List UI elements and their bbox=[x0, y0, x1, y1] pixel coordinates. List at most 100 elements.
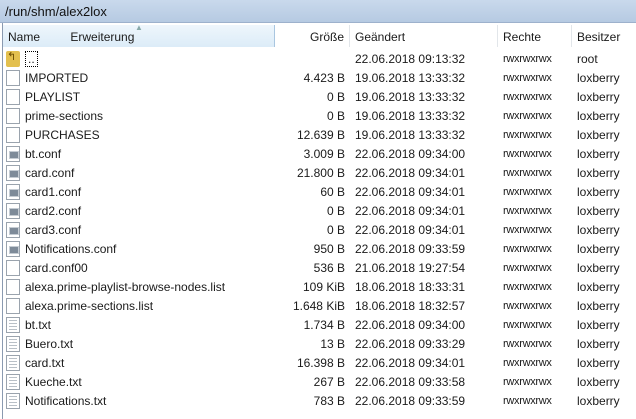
text-file-icon bbox=[6, 392, 20, 409]
file-row[interactable]: bt.txt 1.734 B 22.06.2018 09:34:00 rwxrw… bbox=[3, 315, 636, 334]
file-icon bbox=[6, 259, 20, 276]
file-row[interactable]: IMPORTED 4.423 B 19.06.2018 13:33:32 rwx… bbox=[3, 68, 636, 87]
file-name-cell: prime-sections bbox=[3, 107, 275, 124]
file-modified: 19.06.2018 13:33:32 bbox=[355, 70, 466, 85]
file-permissions: rwxrwxrwx bbox=[503, 223, 552, 236]
file-size: 1.734 B bbox=[303, 317, 345, 332]
file-size: 4.423 B bbox=[303, 70, 345, 85]
file-owner: loxberry bbox=[577, 317, 620, 332]
file-name: .. bbox=[25, 50, 38, 67]
file-name: PURCHASES bbox=[25, 127, 100, 142]
file-rows: .. 22.06.2018 09:13:32 rwxrwxrwx rootIMP… bbox=[3, 49, 636, 410]
file-owner: loxberry bbox=[577, 336, 620, 351]
file-name-cell: card.conf00 bbox=[3, 259, 275, 276]
file-modified: 19.06.2018 13:33:32 bbox=[355, 108, 466, 123]
file-name: card1.conf bbox=[25, 184, 82, 199]
file-row[interactable]: card.conf00 536 B 21.06.2018 19:27:54 rw… bbox=[3, 258, 636, 277]
file-row[interactable]: alexa.prime-sections.list 1.648 KiB 18.0… bbox=[3, 296, 636, 315]
column-permissions[interactable]: Rechte bbox=[498, 25, 572, 47]
file-permissions: rwxrwxrwx bbox=[503, 204, 552, 217]
file-name-cell: Notifications.conf bbox=[3, 240, 275, 257]
file-owner: loxberry bbox=[577, 184, 620, 199]
file-name: bt.txt bbox=[25, 317, 52, 332]
file-name-cell: PURCHASES bbox=[3, 126, 275, 143]
file-name-cell: card3.conf bbox=[3, 221, 275, 238]
file-row[interactable]: Notifications.txt 783 B 22.06.2018 09:33… bbox=[3, 391, 636, 410]
file-name: alexa.prime-playlist-browse-nodes.list bbox=[25, 279, 226, 294]
file-permissions: rwxrwxrwx bbox=[503, 128, 552, 141]
file-permissions: rwxrwxrwx bbox=[503, 242, 552, 255]
file-owner: loxberry bbox=[577, 222, 620, 237]
column-name-label: Name bbox=[8, 30, 41, 44]
file-owner: loxberry bbox=[577, 127, 620, 142]
text-file-icon bbox=[6, 373, 20, 390]
file-modified: 22.06.2018 09:34:00 bbox=[355, 146, 466, 161]
file-size: 0 B bbox=[326, 203, 345, 218]
file-list-panel: Name Erweiterung ▲ Größe Geändert Rechte… bbox=[2, 23, 636, 419]
file-modified: 21.06.2018 19:27:54 bbox=[355, 260, 466, 275]
file-modified: 19.06.2018 13:33:32 bbox=[355, 89, 466, 104]
file-permissions: rwxrwxrwx bbox=[503, 185, 552, 198]
file-owner: loxberry bbox=[577, 108, 620, 123]
text-file-icon bbox=[6, 354, 20, 371]
file-icon bbox=[6, 278, 20, 295]
file-name-cell: card.txt bbox=[3, 354, 275, 371]
file-row[interactable]: Buero.txt 13 B 22.06.2018 09:33:29 rwxrw… bbox=[3, 334, 636, 353]
file-row[interactable]: Notifications.conf 950 B 22.06.2018 09:3… bbox=[3, 239, 636, 258]
config-file-icon bbox=[6, 240, 20, 257]
file-row[interactable]: card.txt 16.398 B 22.06.2018 09:34:01 rw… bbox=[3, 353, 636, 372]
column-name[interactable]: Name Erweiterung ▲ bbox=[3, 23, 275, 47]
file-permissions: rwxrwxrwx bbox=[503, 280, 552, 293]
file-owner: loxberry bbox=[577, 89, 620, 104]
file-name: bt.conf bbox=[25, 146, 62, 161]
file-owner: loxberry bbox=[577, 146, 620, 161]
file-modified: 22.06.2018 09:33:29 bbox=[355, 336, 466, 351]
file-name: card3.conf bbox=[25, 222, 82, 237]
column-size[interactable]: Größe bbox=[275, 25, 350, 47]
file-permissions: rwxrwxrwx bbox=[503, 109, 552, 122]
file-row[interactable]: alexa.prime-playlist-browse-nodes.list 1… bbox=[3, 277, 636, 296]
file-row[interactable]: PURCHASES 12.639 B 19.06.2018 13:33:32 r… bbox=[3, 125, 636, 144]
file-permissions: rwxrwxrwx bbox=[503, 166, 552, 179]
file-size: 109 KiB bbox=[302, 279, 345, 294]
file-owner: loxberry bbox=[577, 260, 620, 275]
file-modified: 22.06.2018 09:34:01 bbox=[355, 355, 466, 370]
file-name: Kueche.txt bbox=[25, 374, 82, 389]
column-modified[interactable]: Geändert bbox=[350, 25, 498, 47]
file-modified: 22.06.2018 09:34:01 bbox=[355, 222, 466, 237]
file-row[interactable]: card1.conf 60 B 22.06.2018 09:34:01 rwxr… bbox=[3, 182, 636, 201]
config-file-icon bbox=[6, 164, 20, 181]
file-row[interactable]: card2.conf 0 B 22.06.2018 09:34:01 rwxrw… bbox=[3, 201, 636, 220]
file-name: Notifications.txt bbox=[25, 393, 107, 408]
file-row[interactable]: card3.conf 0 B 22.06.2018 09:34:01 rwxrw… bbox=[3, 220, 636, 239]
parent-folder-icon bbox=[6, 50, 20, 67]
file-row[interactable]: PLAYLIST 0 B 19.06.2018 13:33:32 rwxrwxr… bbox=[3, 87, 636, 106]
file-permissions: rwxrwxrwx bbox=[503, 337, 552, 350]
column-owner[interactable]: Besitzer bbox=[572, 25, 636, 47]
file-icon bbox=[6, 297, 20, 314]
file-modified: 22.06.2018 09:13:32 bbox=[355, 51, 466, 66]
file-size: 60 B bbox=[320, 184, 345, 199]
column-extension-label[interactable]: Erweiterung bbox=[70, 30, 134, 44]
file-row[interactable]: card.conf 21.800 B 22.06.2018 09:34:01 r… bbox=[3, 163, 636, 182]
file-size: 12.639 B bbox=[296, 127, 345, 142]
file-modified: 22.06.2018 09:33:59 bbox=[355, 393, 466, 408]
file-row[interactable]: bt.conf 3.009 B 22.06.2018 09:34:00 rwxr… bbox=[3, 144, 636, 163]
file-size: 1.648 KiB bbox=[292, 298, 345, 313]
file-permissions: rwxrwxrwx bbox=[503, 147, 552, 160]
file-size: 0 B bbox=[326, 108, 345, 123]
file-row[interactable]: Kueche.txt 267 B 22.06.2018 09:33:58 rwx… bbox=[3, 372, 636, 391]
file-row[interactable]: .. 22.06.2018 09:13:32 rwxrwxrwx root bbox=[3, 49, 636, 68]
file-row[interactable]: prime-sections 0 B 19.06.2018 13:33:32 r… bbox=[3, 106, 636, 125]
file-size: 16.398 B bbox=[296, 355, 345, 370]
config-file-icon bbox=[6, 145, 20, 162]
file-modified: 18.06.2018 18:33:31 bbox=[355, 279, 466, 294]
file-permissions: rwxrwxrwx bbox=[503, 90, 552, 103]
file-name: card.conf bbox=[25, 165, 75, 180]
file-owner: loxberry bbox=[577, 355, 620, 370]
file-name: Buero.txt bbox=[25, 336, 74, 351]
file-name: prime-sections bbox=[25, 108, 104, 123]
file-modified: 22.06.2018 09:34:01 bbox=[355, 165, 466, 180]
file-owner: loxberry bbox=[577, 374, 620, 389]
file-owner: loxberry bbox=[577, 298, 620, 313]
